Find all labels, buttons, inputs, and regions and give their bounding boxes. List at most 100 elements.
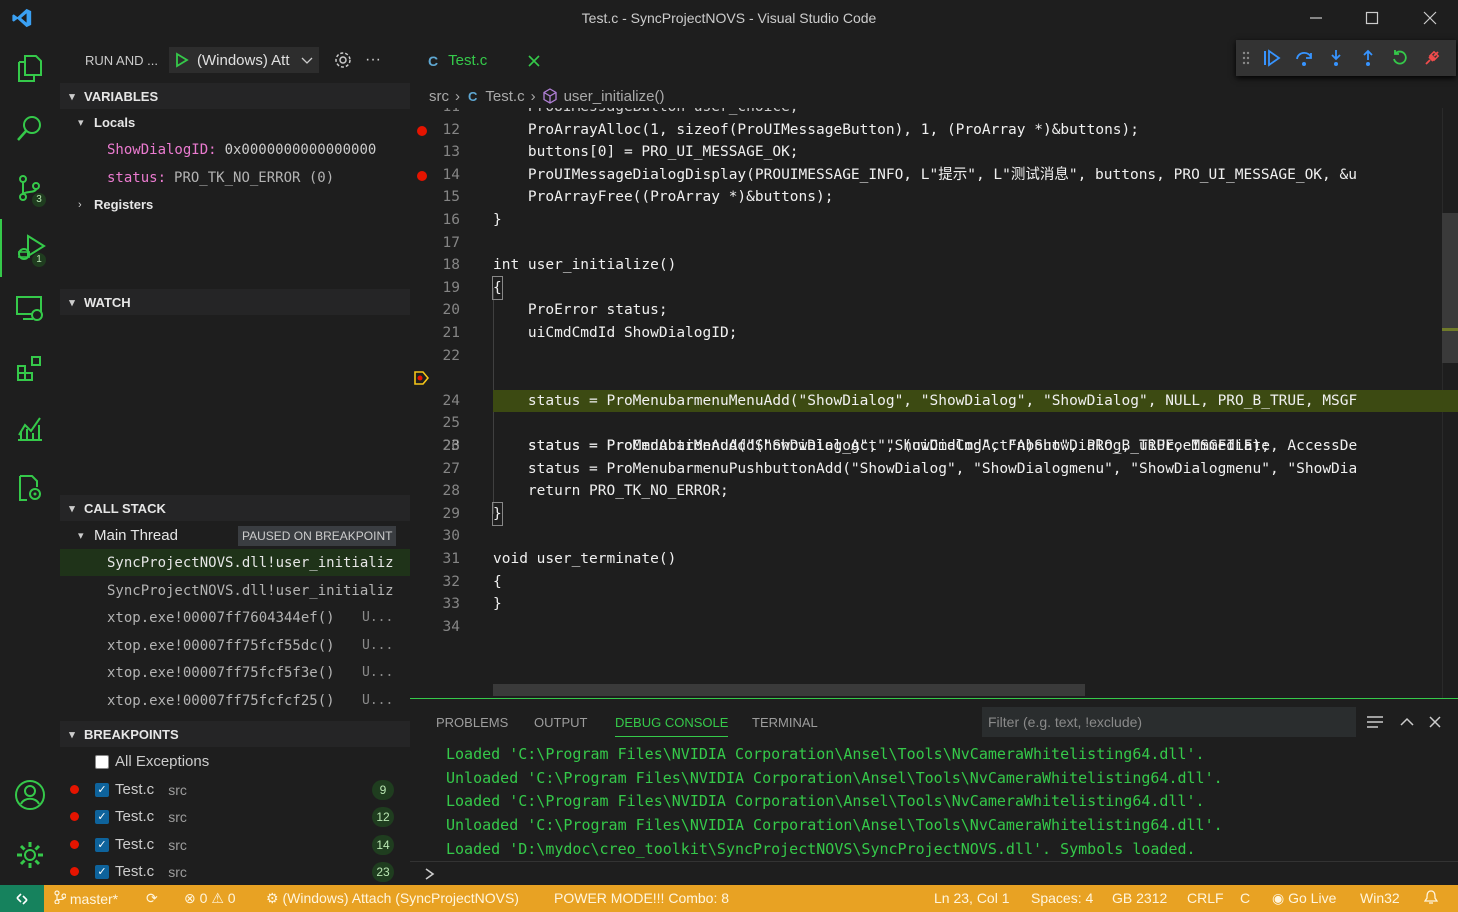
breadcrumb: src › C Test.c › user_initialize() (410, 84, 1458, 108)
tab-output[interactable]: OUTPUT (534, 715, 587, 730)
code-line: 14 ProUIMessageDialogDisplay(PROUIMESSAG… (410, 164, 1458, 187)
breakpoint-item[interactable]: ✓ Test.c src 23 (60, 858, 410, 885)
remote-explorer-button[interactable] (0, 279, 60, 337)
code-line: 27 status = ProMenubarmenuPushbuttonAdd(… (442, 460, 1358, 477)
start-debug-icon[interactable] (175, 52, 189, 68)
watch-section-header[interactable]: ▾ WATCH (60, 289, 410, 315)
step-out-button[interactable] (1352, 40, 1384, 76)
language-mode[interactable]: C (1240, 890, 1250, 906)
breadcrumb-symbol[interactable]: user_initialize() (564, 88, 665, 105)
cursor-position[interactable]: Ln 23, Col 1 (934, 890, 1010, 906)
gear-icon[interactable] (333, 50, 353, 70)
step-out-icon (1363, 49, 1373, 66)
minimize-button[interactable] (1290, 0, 1342, 36)
platform[interactable]: Win32 (1360, 890, 1400, 906)
tab-problems[interactable]: PROBLEMS (436, 715, 508, 730)
sync-icon[interactable]: ⟳ (146, 890, 158, 907)
disconnect-button[interactable] (1416, 40, 1448, 76)
checkbox[interactable]: ✓ (95, 809, 109, 824)
code-line: 31 void user_terminate() (442, 551, 677, 567)
code-editor[interactable]: 11 ProUIMessageButton user_choice; 12 Pr… (410, 108, 1458, 698)
callstack-section-header[interactable]: ▾ CALL STACK (60, 495, 410, 521)
chevron-up-icon[interactable] (1400, 715, 1414, 729)
tab-terminal[interactable]: TERMINAL (752, 715, 818, 730)
title-bar: Test.c - SyncProjectNOVS - Visual Studio… (0, 0, 1458, 36)
step-over-icon (1296, 51, 1312, 66)
stack-frame[interactable]: xtop.exe!00007ff75fcf55dc() U... (60, 632, 410, 659)
manage-button[interactable] (0, 826, 60, 884)
code-line: 33} (442, 596, 502, 613)
maximize-button[interactable] (1346, 0, 1398, 36)
go-live-button[interactable]: ◉ Go Live (1272, 890, 1336, 907)
restart-button[interactable] (1384, 40, 1416, 76)
stack-frame[interactable]: xtop.exe!00007ff75fcfcf25() U... (60, 687, 410, 714)
registers-scope[interactable]: › Registers (60, 191, 410, 218)
code-line: 11 ProUIMessageButton user_choice; (410, 108, 1458, 119)
breakpoint-icon (70, 867, 79, 876)
stack-frame[interactable]: SyncProjectNOVS.dll!user_initializ (60, 577, 410, 604)
bottom-panel: PROBLEMS OUTPUT DEBUG CONSOLE TERMINAL F… (410, 698, 1458, 885)
console-filter-input[interactable]: Filter (e.g. text, !exclude) (982, 707, 1356, 737)
search-button[interactable] (0, 99, 60, 157)
accounts-button[interactable] (0, 766, 60, 824)
current-code-line: 23 status = ProMenubarMenuAdd("ShowDialo… (410, 367, 1458, 454)
checkbox[interactable]: ✓ (95, 782, 109, 797)
indentation[interactable]: Spaces: 4 (1031, 890, 1093, 906)
chevron-right-icon: › (530, 87, 536, 105)
sidebar-title: RUN AND ... (85, 52, 158, 68)
stack-frame[interactable]: xtop.exe!00007ff7604344ef() U... (60, 604, 410, 631)
step-over-button[interactable] (1288, 40, 1320, 76)
extensions-button[interactable] (0, 339, 60, 397)
explorer-button[interactable] (0, 39, 60, 97)
problems-indicator[interactable]: ⊗ 0 ⚠ 0 (184, 890, 236, 907)
end-of-line[interactable]: CRLF (1187, 890, 1224, 906)
code-line: 12 ProArrayAlloc(1, sizeof(ProUIMessageB… (410, 119, 1458, 142)
continue-button[interactable] (1256, 40, 1288, 76)
settings-sync-button[interactable] (0, 459, 60, 517)
breadcrumb-file[interactable]: Test.c (485, 88, 524, 105)
breakpoint-item[interactable]: ✓ Test.c src 12 (60, 803, 410, 830)
exception-breakpoint[interactable]: All Exceptions (60, 748, 410, 775)
breakpoint-item[interactable]: ✓ Test.c src 9 (60, 776, 410, 803)
drag-handle-icon[interactable] (1236, 40, 1256, 76)
analytics-button[interactable] (0, 399, 60, 457)
close-icon[interactable] (1428, 715, 1442, 729)
variable-row[interactable]: ShowDialogID: 0x0000000000000000 (60, 136, 410, 163)
run-debug-button[interactable]: 1 (0, 219, 60, 277)
variables-section-header[interactable]: ▾ VARIABLES (60, 83, 410, 109)
remote-button[interactable] (0, 885, 44, 912)
stack-frame[interactable]: xtop.exe!00007ff75fcf5f3e() U... (60, 659, 410, 686)
tab-test-c[interactable]: C Test.c (410, 36, 560, 84)
step-into-button[interactable] (1320, 40, 1352, 76)
horizontal-scrollbar[interactable] (493, 684, 1085, 696)
locals-scope[interactable]: ▾ Locals (60, 109, 410, 136)
tab-debug-console[interactable]: DEBUG CONSOLE (615, 715, 729, 737)
encoding[interactable]: GB 2312 (1112, 890, 1167, 906)
source-control-button[interactable]: 3 (0, 159, 60, 217)
breadcrumb-folder[interactable]: src (429, 88, 449, 105)
files-icon (18, 55, 42, 82)
word-wrap-icon[interactable] (1366, 715, 1384, 729)
debug-config-status[interactable]: ⚙ (Windows) Attach (SyncProjectNOVS) (266, 890, 519, 907)
checkbox[interactable]: ✓ (95, 864, 109, 879)
close-icon[interactable] (527, 54, 541, 68)
close-window-button[interactable] (1404, 0, 1456, 36)
console-input[interactable] (440, 863, 1450, 885)
breakpoints-section-header[interactable]: ▾ BREAKPOINTS (60, 721, 410, 747)
checkbox[interactable] (95, 754, 109, 769)
bell-icon[interactable] (1423, 890, 1439, 908)
branch-indicator[interactable]: master* (54, 890, 118, 907)
checkbox[interactable]: ✓ (95, 837, 109, 852)
breakpoint-icon[interactable] (417, 170, 427, 181)
variable-row[interactable]: status: PRO_TK_NO_ERROR (0) (60, 164, 410, 191)
c-file-icon: C (428, 52, 439, 69)
debug-config-select[interactable]: (Windows) Att (169, 47, 319, 73)
breakpoint-icon[interactable] (417, 125, 427, 136)
stack-frame[interactable]: SyncProjectNOVS.dll!user_initializ (60, 549, 410, 576)
code-line: 15 ProArrayFree((ProArray *)&buttons); (442, 189, 834, 206)
more-actions-icon[interactable]: ··· (365, 51, 381, 69)
breakpoint-item[interactable]: ✓ Test.c src 14 (60, 831, 410, 858)
git-branch-icon (54, 890, 67, 905)
thread-row[interactable]: ▾ Main Thread PAUSED ON BREAKPOINT (60, 522, 410, 549)
symbol-method-icon (542, 88, 557, 104)
